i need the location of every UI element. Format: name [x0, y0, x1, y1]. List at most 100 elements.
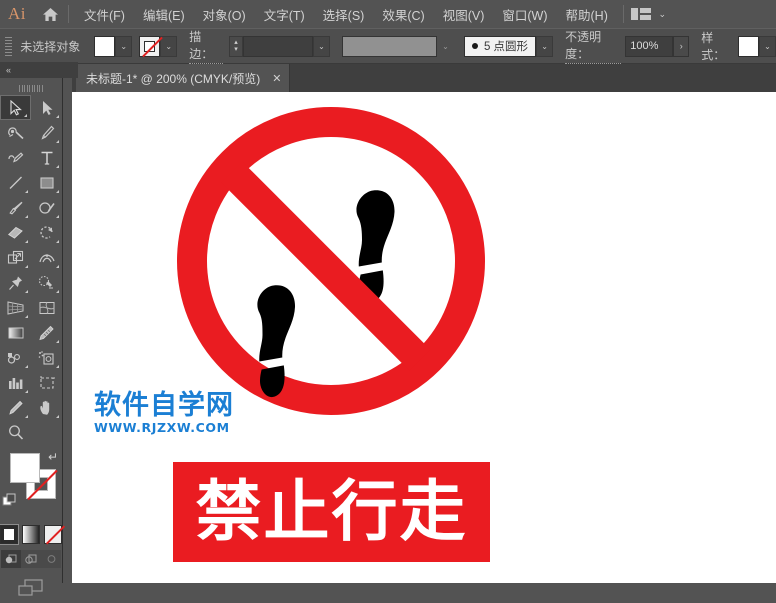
menu-help[interactable]: 帮助(H): [557, 1, 617, 28]
line-segment-tool[interactable]: [0, 170, 31, 195]
shaper-tool[interactable]: [31, 195, 62, 220]
menu-item-list: 文件(F) 编辑(E) 对象(O) 文字(T) 选择(S) 效果(C) 视图(V…: [75, 1, 617, 28]
selection-tool[interactable]: [0, 95, 31, 120]
collapse-panel-icon[interactable]: «: [6, 65, 11, 75]
toolbar-grip[interactable]: [0, 78, 62, 95]
menu-file[interactable]: 文件(F): [75, 1, 134, 28]
line-icon: [9, 176, 22, 189]
watermark-url-text: WWW.RJZXW.COM: [94, 420, 230, 435]
perspective-grid-tool[interactable]: [0, 295, 31, 320]
tool-flyout-corner: [25, 190, 28, 193]
stepper-up-icon: ▴: [234, 39, 238, 46]
draw-inside-button[interactable]: [41, 550, 61, 568]
direct-selection-tool[interactable]: [31, 95, 62, 120]
eyedropper-tool[interactable]: [31, 320, 62, 345]
width-tool[interactable]: [31, 245, 62, 270]
prohibition-sign-svg: [177, 107, 485, 415]
rotate-tool[interactable]: [31, 220, 62, 245]
rectangle-icon: [39, 176, 54, 189]
eraser-tool[interactable]: [0, 220, 31, 245]
symbol-sprayer-tool[interactable]: [31, 345, 62, 370]
paintbrush-tool[interactable]: [0, 195, 31, 220]
artboard-tool[interactable]: [31, 370, 62, 395]
menu-type[interactable]: 文字(T): [255, 1, 314, 28]
blend-tool[interactable]: [0, 345, 31, 370]
mesh-tool[interactable]: [31, 295, 62, 320]
blend-shapes-icon: [7, 352, 20, 364]
solid-color-mode-button[interactable]: [0, 524, 19, 545]
menu-edit[interactable]: 编辑(E): [134, 1, 194, 28]
default-fill-stroke-icon[interactable]: [2, 493, 18, 514]
tool-flyout-corner: [56, 290, 59, 293]
workspace-switcher-icon: [631, 7, 652, 21]
draw-normal-button[interactable]: [1, 550, 21, 568]
curvature-tool[interactable]: [0, 145, 31, 170]
control-bar-grip[interactable]: [3, 35, 14, 57]
screen-mode-row: [0, 578, 62, 603]
close-icon[interactable]: ✕: [272, 72, 281, 85]
type-tool[interactable]: [31, 145, 62, 170]
menu-window[interactable]: 窗口(W): [493, 1, 556, 28]
none-mode-button[interactable]: [44, 525, 66, 545]
hand-tool[interactable]: [31, 395, 62, 420]
slice-knife-icon: [9, 400, 23, 415]
stepper-down-icon: ▾: [234, 46, 238, 53]
document-tab[interactable]: 未标题-1* @ 200% (CMYK/预览) ✕: [76, 64, 291, 92]
selection-status-label: 未选择对象: [20, 39, 81, 54]
graphic-style-chevron[interactable]: ⌄: [758, 35, 776, 57]
eraser-icon: [7, 226, 23, 239]
rectangle-tool[interactable]: [31, 170, 62, 195]
stroke-profile-dropdown[interactable]: [341, 35, 437, 57]
scale-squares-icon: [7, 250, 23, 264]
home-glyph: [42, 7, 58, 21]
menu-select[interactable]: 选择(S): [314, 1, 374, 28]
slice-tool[interactable]: [0, 395, 31, 420]
magic-wand-tool[interactable]: [0, 120, 31, 145]
menu-object[interactable]: 对象(O): [194, 1, 255, 28]
arrow-cursor-icon: [9, 99, 22, 116]
pen-nib-icon: [40, 125, 54, 140]
free-transform-tool[interactable]: [0, 270, 31, 295]
opacity-flyout-icon[interactable]: ›: [673, 35, 690, 57]
column-graph-tool[interactable]: [0, 370, 31, 395]
pushpin-icon: [8, 276, 22, 290]
change-screen-mode-button[interactable]: [16, 578, 46, 603]
graphic-style-swatch[interactable]: [737, 35, 759, 57]
brush-definition-chevron[interactable]: ⌄: [536, 35, 554, 57]
gradient-icon: [8, 327, 23, 338]
tool-flyout-corner: [25, 290, 28, 293]
zoom-tool[interactable]: [0, 420, 31, 445]
menu-effect[interactable]: 效果(C): [373, 1, 433, 28]
tool-flyout-corner: [25, 415, 28, 418]
fill-swatch-group: ⌄ ⌄: [94, 35, 178, 57]
menu-bar: Ai 文件(F) 编辑(E) 对象(O) 文字(T) 选择(S) 效果(C) 视…: [0, 0, 776, 28]
default-colors-glyph: [2, 493, 16, 506]
fill-color-indicator[interactable]: [10, 453, 40, 483]
tool-flyout-corner: [56, 115, 59, 118]
stroke-weight-input[interactable]: [242, 35, 313, 57]
stroke-weight-stepper[interactable]: ▴ ▾: [228, 35, 243, 57]
canvas-area[interactable]: 软件自学网 WWW.RJZXW.COM 禁止行走: [72, 92, 776, 583]
swap-fill-stroke-icon[interactable]: ↵: [48, 450, 58, 464]
tool-flyout-corner: [56, 340, 59, 343]
stroke-color-swatch[interactable]: [139, 35, 164, 57]
brush-definition-dropdown[interactable]: 5 点圆形: [463, 35, 537, 57]
gradient-tool[interactable]: [0, 320, 31, 345]
fill-dropdown-chevron[interactable]: ⌄: [115, 35, 133, 57]
stroke-weight-chevron[interactable]: ⌄: [312, 35, 330, 57]
gradient-mode-button[interactable]: [22, 525, 40, 544]
draw-behind-button[interactable]: [21, 550, 41, 568]
shape-builder-tool[interactable]: [31, 270, 62, 295]
stroke-dropdown-chevron[interactable]: ⌄: [160, 35, 178, 57]
workspace-switcher[interactable]: ⌄: [623, 0, 666, 28]
no-walking-sign-artwork[interactable]: [172, 102, 490, 420]
magnifier-icon: [8, 425, 23, 440]
opacity-input[interactable]: 100%: [625, 35, 674, 57]
stroke-profile-chevron[interactable]: ⌄: [436, 35, 454, 57]
pen-tool[interactable]: [31, 120, 62, 145]
red-banner[interactable]: 禁止行走: [173, 462, 490, 562]
menu-view[interactable]: 视图(V): [434, 1, 494, 28]
fill-color-swatch[interactable]: [94, 35, 116, 57]
scale-tool[interactable]: [0, 245, 31, 270]
home-icon[interactable]: [34, 0, 66, 28]
